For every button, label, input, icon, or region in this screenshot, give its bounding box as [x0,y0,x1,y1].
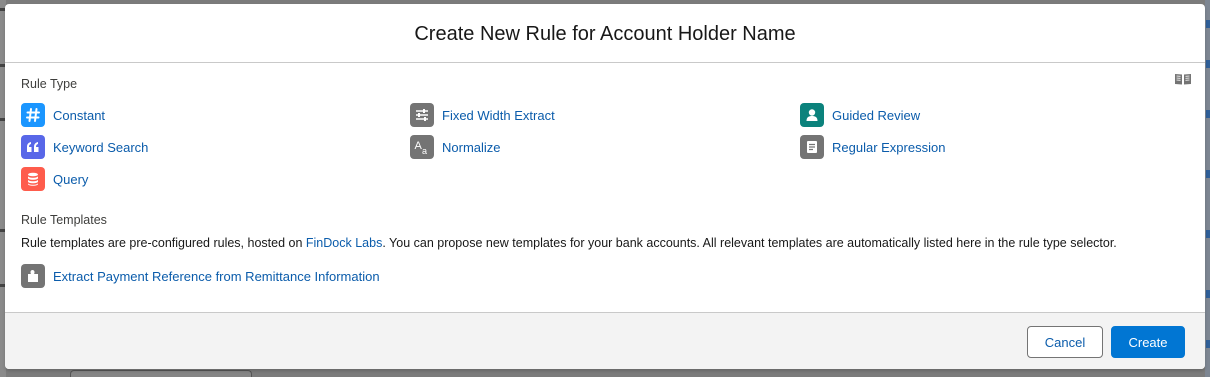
description-text: Rule templates are pre-configured rules,… [21,236,306,250]
backdrop-right [1205,0,1210,377]
cancel-button[interactable]: Cancel [1027,326,1103,358]
rule-templates-label: Rule Templates [21,213,107,227]
user-icon [800,103,824,127]
template-option-extract-payment-reference[interactable]: Extract Payment Reference from Remittanc… [21,264,380,288]
description-text: . You can propose new templates for your… [382,236,1117,250]
template-option-label: Extract Payment Reference from Remittanc… [53,268,380,284]
backdrop-mark [1206,170,1210,178]
backdrop-mark [1206,340,1210,348]
document-lines-icon [800,135,824,159]
findock-labs-link[interactable]: FinDock Labs [306,236,382,250]
modal-body: Rule Type Constant Fixed Width Extract G… [5,63,1205,311]
create-rule-modal: Create New Rule for Account Holder Name … [5,4,1205,369]
rule-option-fixed-width-extract[interactable]: Fixed Width Extract [410,103,555,127]
rule-option-label: Guided Review [832,107,921,123]
rule-option-label: Keyword Search [53,139,149,155]
rule-option-constant[interactable]: Constant [21,103,105,127]
svg-text:a: a [422,146,427,156]
rule-type-label: Rule Type [21,77,78,91]
sliders-icon [410,103,434,127]
backdrop-mark [1206,110,1210,118]
rule-option-label: Regular Expression [832,139,946,155]
backdrop-mark [1206,230,1210,238]
modal-header: Create New Rule for Account Holder Name [5,4,1205,63]
create-button[interactable]: Create [1111,326,1185,358]
rule-option-label: Fixed Width Extract [442,107,555,123]
hash-icon [21,103,45,127]
quote-icon [21,135,45,159]
backdrop-mark [1206,60,1210,68]
modal-footer: Cancel Create [5,312,1205,369]
modal-title: Create New Rule for Account Holder Name [414,22,796,45]
text-case-icon: A a [410,135,434,159]
backdrop-mark [1206,20,1210,28]
rule-option-keyword-search[interactable]: Keyword Search [21,135,148,159]
rule-option-label: Constant [53,107,106,123]
rule-option-guided-review[interactable]: Guided Review [800,103,920,127]
database-icon [21,167,45,191]
rule-option-query[interactable]: Query [21,167,88,191]
puzzle-icon [21,264,45,288]
rule-option-label: Query [53,171,89,187]
backdrop-field [70,370,252,377]
rule-option-label: Normalize [442,139,501,155]
rule-templates-description: Rule templates are pre-configured rules,… [21,236,1117,250]
book-icon[interactable] [1174,72,1192,86]
rule-option-regular-expression[interactable]: Regular Expression [800,135,945,159]
rule-option-normalize[interactable]: A a Normalize [410,135,501,159]
backdrop-mark [1206,290,1210,298]
